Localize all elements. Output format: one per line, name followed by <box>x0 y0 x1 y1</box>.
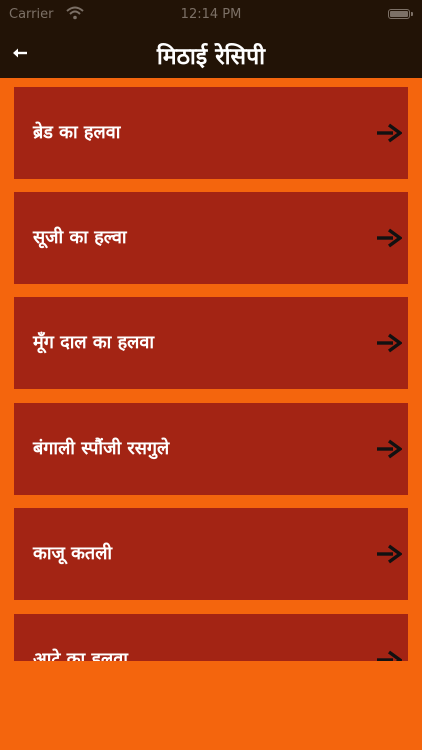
recipe-label: सूजी का हल्वा <box>33 227 127 248</box>
status-time: 12:14 PM <box>180 7 242 22</box>
right-arrow-icon <box>377 650 402 661</box>
battery-tip <box>411 12 413 16</box>
right-arrow-icon <box>377 228 402 248</box>
recipe-item[interactable]: आटे का हलवा <box>14 614 408 661</box>
recipe-label: ब्रेड का हलवा <box>33 122 121 143</box>
recipe-list[interactable]: ब्रेड का हलवा सूजी का हल्वा मूँग दाल का … <box>0 78 422 661</box>
status-bar: Carrier 12:14 PM <box>0 0 422 30</box>
bottom-area <box>0 661 422 750</box>
recipe-item[interactable]: काजू कतली <box>14 508 408 600</box>
recipe-item[interactable]: सूजी का हल्वा <box>14 192 408 284</box>
recipe-label: काजू कतली <box>33 543 113 564</box>
recipe-label: बंगाली स्पौंजी रसगुले <box>33 438 170 459</box>
page-title: मिठाई रेसिपी <box>156 44 266 70</box>
recipe-item[interactable]: मूँग दाल का हलवा <box>14 297 408 389</box>
right-arrow-icon <box>377 439 402 459</box>
recipe-label: मूँग दाल का हलवा <box>33 332 155 353</box>
nav-bar: मिठाई रेसिपी <box>0 30 422 78</box>
right-arrow-icon <box>377 544 402 564</box>
recipe-item[interactable]: ब्रेड का हलवा <box>14 87 408 179</box>
recipe-item[interactable]: बंगाली स्पौंजी रसगुले <box>14 403 408 495</box>
right-arrow-icon <box>377 123 402 143</box>
battery-icon <box>388 9 410 19</box>
right-arrow-icon <box>377 333 402 353</box>
recipe-label: आटे का हलवा <box>33 649 128 661</box>
